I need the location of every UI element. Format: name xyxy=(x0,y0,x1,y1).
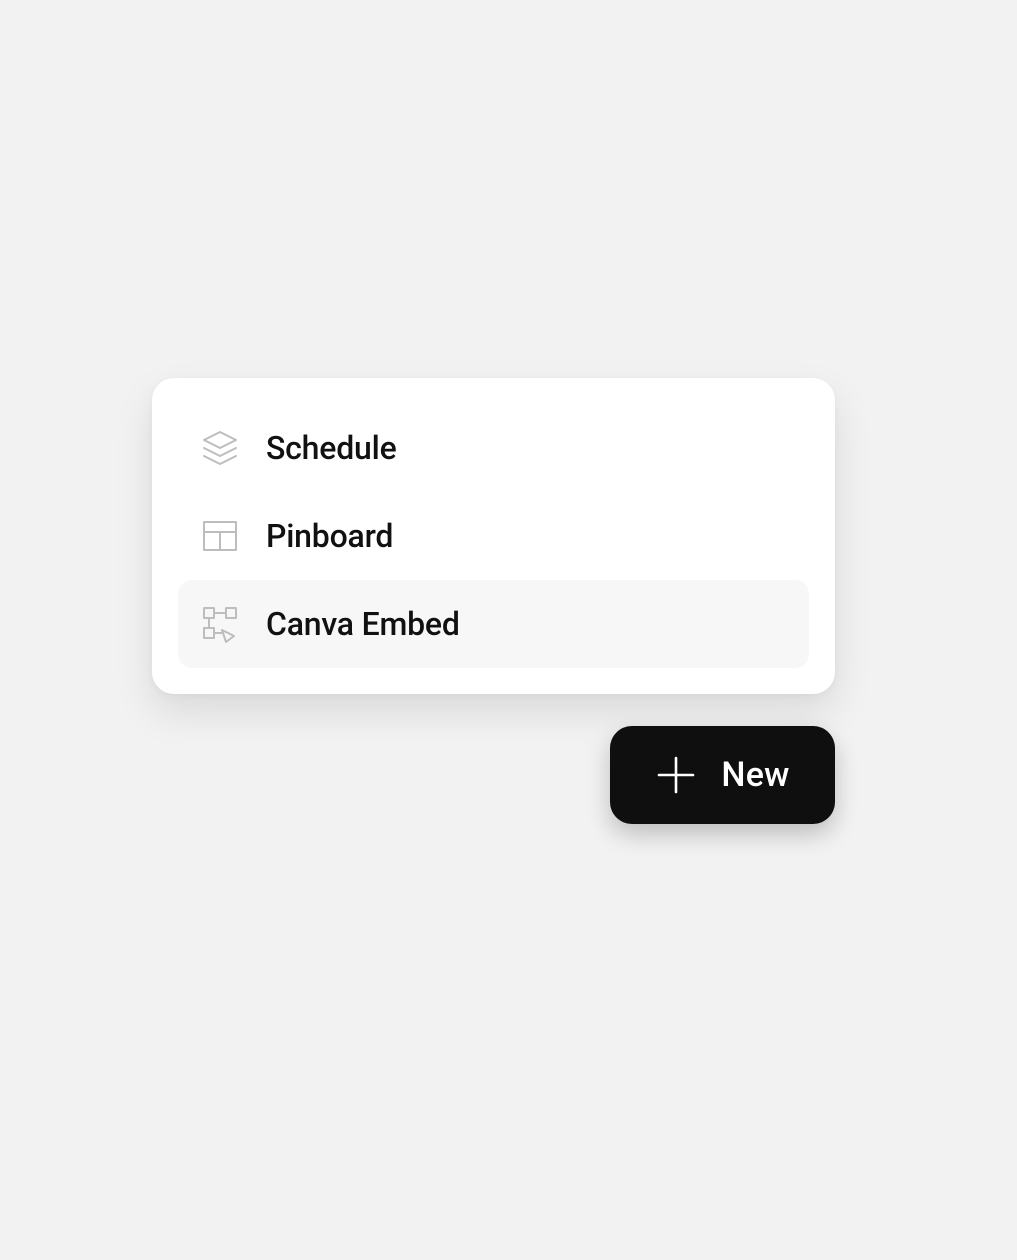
layout-icon xyxy=(200,516,240,556)
layers-icon xyxy=(200,428,240,468)
menu-item-pinboard[interactable]: Pinboard xyxy=(178,492,809,580)
menu-item-label: Canva Embed xyxy=(266,605,460,643)
new-button[interactable]: New xyxy=(610,726,835,824)
new-button-label: New xyxy=(721,755,789,795)
menu-item-canva-embed[interactable]: Canva Embed xyxy=(178,580,809,668)
menu-item-label: Pinboard xyxy=(266,517,393,555)
diagram-icon xyxy=(200,604,240,644)
plus-icon xyxy=(655,754,697,796)
menu-item-label: Schedule xyxy=(266,429,397,467)
new-menu: Schedule Pinboard Canva Embed xyxy=(152,378,835,694)
menu-item-schedule[interactable]: Schedule xyxy=(178,404,809,492)
